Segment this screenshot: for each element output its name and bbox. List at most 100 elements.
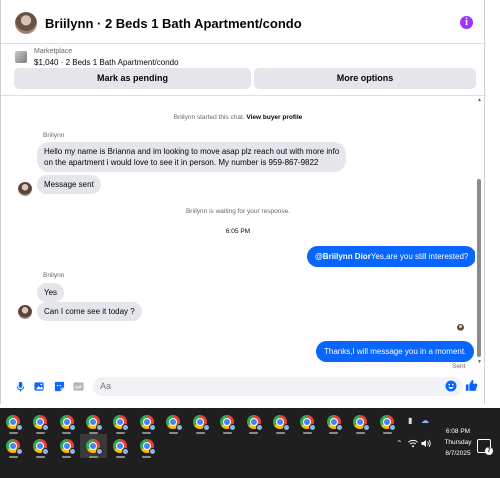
running-indicator	[222, 432, 232, 434]
profile-badge-icon	[362, 424, 370, 431]
taskbar-chrome-app[interactable]	[347, 410, 374, 434]
profile-badge-icon	[149, 424, 157, 431]
incoming-message[interactable]: Can I come see it today ?	[37, 302, 142, 321]
marketplace-label: Marketplace	[34, 48, 73, 55]
mark-as-pending-button[interactable]: Mark as pending	[14, 68, 251, 89]
notification-count: 7	[485, 447, 493, 455]
chat-started-text: Briilynn started this chat.	[173, 114, 245, 121]
scroll-down-icon[interactable]: ▼	[477, 359, 482, 365]
taskbar-chrome-app[interactable]	[187, 410, 214, 434]
composer-bar: GIF	[1, 373, 486, 401]
taskbar-chrome-app[interactable]	[294, 410, 321, 434]
sticker-icon[interactable]	[54, 381, 65, 392]
running-indicator	[355, 432, 365, 434]
running-indicator	[382, 432, 392, 434]
taskbar-chrome-app[interactable]	[80, 434, 107, 458]
taskbar-chrome-app[interactable]	[374, 410, 401, 434]
running-indicator	[169, 432, 179, 434]
mention-tag[interactable]: @Briilynn Dior	[315, 252, 371, 261]
listing-thumbnail[interactable]	[15, 51, 27, 63]
chat-title[interactable]: Briilynn · 2 Beds 1 Bath Apartment/condo	[45, 16, 302, 31]
running-indicator	[115, 456, 125, 458]
taskbar-chrome-app[interactable]	[80, 410, 107, 434]
profile-badge-icon	[282, 424, 290, 431]
sender-name: Briilynn	[43, 272, 65, 279]
profile-badge-icon	[42, 424, 50, 431]
taskbar-chrome-app[interactable]	[240, 410, 267, 434]
taskbar-chrome-app[interactable]	[214, 410, 241, 434]
time-divider: 6:05 PM	[225, 228, 251, 235]
taskbar-chrome-app[interactable]	[133, 410, 160, 434]
taskbar-chrome-app[interactable]	[133, 434, 160, 458]
usb-icon[interactable]: ▮	[408, 416, 412, 425]
chevron-up-icon[interactable]: ⌃	[396, 439, 403, 448]
taskbar-chrome-app[interactable]	[53, 434, 80, 458]
running-indicator	[302, 432, 312, 434]
photo-icon[interactable]	[34, 381, 45, 392]
avatar[interactable]	[15, 12, 37, 34]
profile-badge-icon	[389, 424, 397, 431]
profile-badge-icon	[255, 424, 263, 431]
wifi-icon[interactable]	[408, 439, 418, 448]
sender-avatar[interactable]	[18, 182, 32, 196]
emoji-icon[interactable]	[445, 380, 457, 392]
message-text: Yes,are you still interested?	[370, 252, 469, 261]
sent-status: Sent	[452, 363, 466, 370]
view-buyer-profile-link[interactable]: View buyer profile	[246, 114, 302, 121]
profile-badge-icon	[122, 424, 130, 431]
notification-icon[interactable]: 7	[477, 439, 493, 455]
taskbar-chrome-app[interactable]	[107, 434, 134, 458]
outgoing-message[interactable]: Thanks,I will message you in a moment.	[316, 341, 475, 362]
incoming-message[interactable]: Yes	[37, 283, 65, 302]
profile-badge-icon	[42, 448, 50, 455]
taskbar: ▮ ☁ ⌃ 6:08 PM Thursday 8/7/2025 7	[0, 408, 500, 478]
profile-badge-icon	[175, 424, 183, 431]
incoming-message[interactable]: Hello my name is Brianna and im looking …	[37, 142, 347, 172]
message-thread: Briilynn started this chat. View buyer p…	[1, 97, 475, 373]
volume-icon[interactable]	[421, 439, 431, 448]
scrollbar[interactable]: ▲ ▼	[476, 97, 482, 369]
taskbar-row-1	[0, 410, 400, 434]
chat-window: Briilynn · 2 Beds 1 Bath Apartment/condo…	[0, 0, 486, 404]
clock-time: 6:08 PM	[445, 428, 471, 435]
profile-badge-icon	[335, 424, 343, 431]
running-indicator	[195, 432, 205, 434]
profile-badge-icon	[15, 424, 23, 431]
running-indicator	[35, 456, 45, 458]
taskbar-chrome-app[interactable]	[267, 410, 294, 434]
sender-avatar[interactable]	[18, 305, 32, 319]
scroll-up-icon[interactable]: ▲	[477, 97, 482, 103]
taskbar-chrome-app[interactable]	[320, 410, 347, 434]
profile-badge-icon	[95, 448, 103, 455]
profile-badge-icon	[15, 448, 23, 455]
sender-name: Briilynn	[43, 132, 65, 139]
microphone-icon[interactable]	[15, 381, 26, 392]
read-receipt-avatar	[457, 324, 464, 331]
scrollbar-thumb[interactable]	[477, 179, 481, 357]
taskbar-chrome-app[interactable]	[160, 410, 187, 434]
profile-badge-icon	[229, 424, 237, 431]
like-icon[interactable]	[465, 379, 478, 392]
listing-panel: Marketplace $1,040 · 2 Beds 1 Bath Apart…	[1, 44, 486, 96]
message-line: Hello my name is Brianna and im looking …	[44, 147, 340, 156]
listing-title[interactable]: $1,040 · 2 Beds 1 Bath Apartment/condo	[34, 58, 179, 67]
taskbar-chrome-app[interactable]	[107, 410, 134, 434]
running-indicator	[249, 432, 259, 434]
taskbar-row-2	[0, 434, 160, 458]
system-clock[interactable]: 6:08 PM Thursday 8/7/2025	[436, 426, 480, 459]
taskbar-chrome-app[interactable]	[27, 434, 54, 458]
incoming-message[interactable]: Message sent	[37, 175, 101, 194]
taskbar-chrome-app[interactable]	[0, 410, 27, 434]
info-icon[interactable]: i	[460, 16, 473, 29]
gif-icon[interactable]: GIF	[73, 381, 84, 392]
cloud-icon[interactable]: ☁	[421, 416, 429, 425]
taskbar-chrome-app[interactable]	[0, 434, 27, 458]
message-input[interactable]	[93, 377, 463, 396]
chat-header: Briilynn · 2 Beds 1 Bath Apartment/condo…	[1, 0, 486, 44]
taskbar-chrome-app[interactable]	[27, 410, 54, 434]
profile-badge-icon	[122, 448, 130, 455]
outgoing-message[interactable]: @Briilynn DiorYes,are you still interest…	[307, 246, 475, 267]
more-options-button[interactable]: More options	[254, 68, 476, 89]
running-indicator	[62, 456, 72, 458]
taskbar-chrome-app[interactable]	[53, 410, 80, 434]
